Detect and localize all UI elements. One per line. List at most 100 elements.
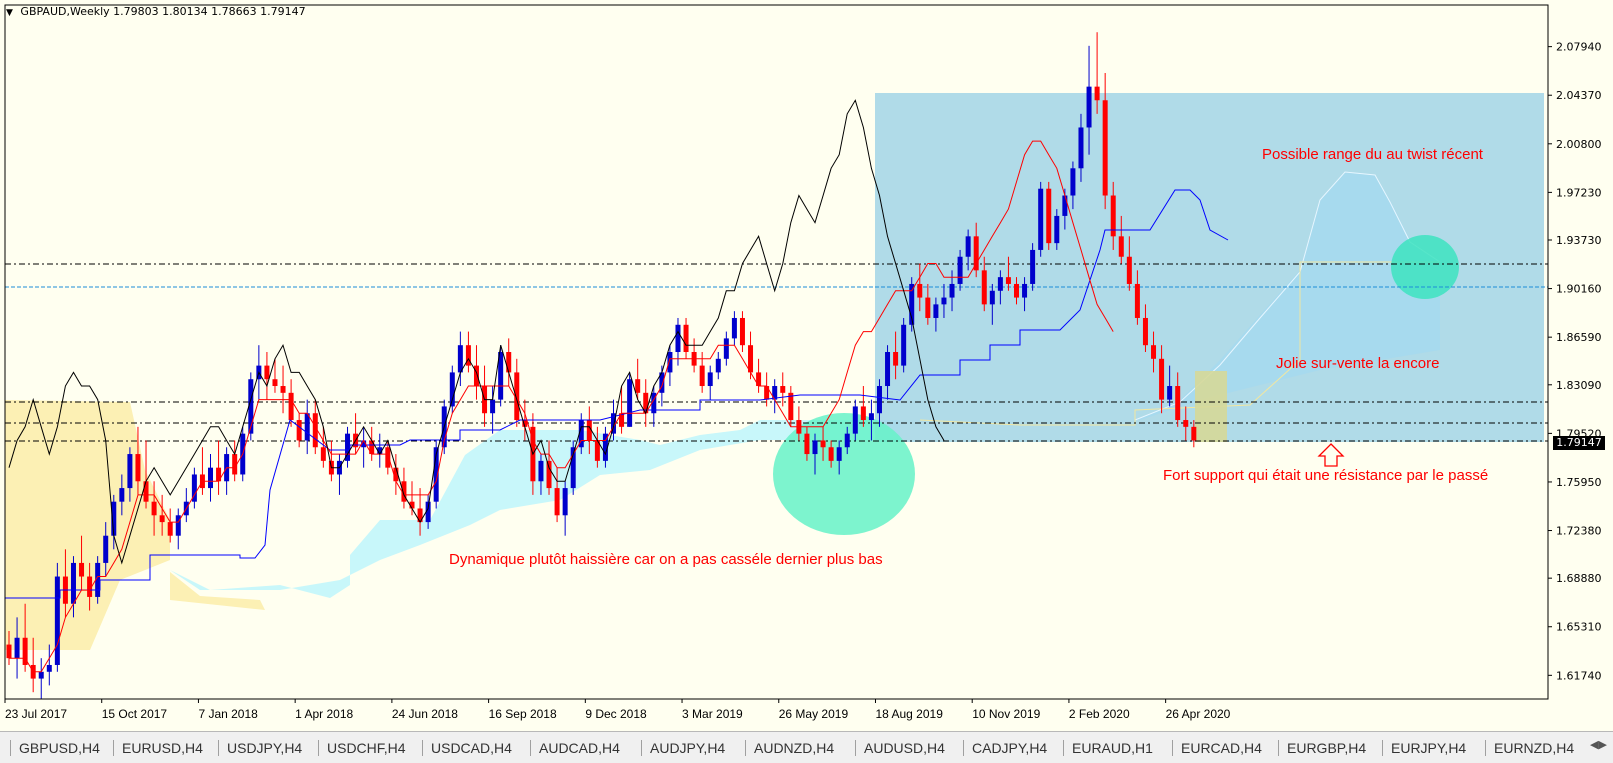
candle-body — [868, 413, 874, 421]
tab-gbpusd-h4[interactable]: GBPUSD,H4 — [15, 738, 100, 758]
tab-audcad-h4[interactable]: AUDCAD,H4 — [535, 738, 620, 758]
candle-body — [538, 460, 544, 482]
time-axis-label: 16 Sep 2018 — [489, 707, 557, 721]
tab-separator — [963, 740, 964, 756]
candle-body — [1070, 168, 1076, 196]
candle-body — [159, 515, 165, 523]
tab-separator — [1278, 740, 1279, 756]
price-axis-label: 1.75950 — [1556, 476, 1602, 489]
time-axis-label: 7 Jan 2018 — [198, 707, 258, 721]
ohlc-readout: 1.79803 1.80134 1.78663 1.79147 — [113, 5, 306, 18]
tab-scroll-arrows-icon[interactable]: ◀▶ — [1590, 738, 1607, 751]
support-arrow-icon — [1317, 443, 1345, 467]
tab-separator — [218, 740, 219, 756]
candle-body — [54, 576, 60, 665]
tab-eurjpy-h4[interactable]: EURJPY,H4 — [1387, 738, 1466, 758]
candle-body — [748, 345, 754, 373]
tab-separator — [113, 740, 114, 756]
candle-body — [683, 324, 689, 352]
candle-body — [1022, 283, 1028, 298]
chart-title: ▼ GBPAUD,Weekly 1.79803 1.80134 1.78663 … — [6, 5, 306, 18]
candle-body — [272, 379, 278, 387]
candle-body — [965, 236, 971, 257]
chart-menu-triangle-icon[interactable]: ▼ — [6, 8, 13, 18]
candle-body — [925, 297, 931, 318]
chart-tab-bar: GBPUSD,H4 EURUSD,H4 USDJPY,H4 USDCHF,H4 USDC… — [0, 731, 1613, 763]
candle-body — [1126, 256, 1132, 284]
candle-body — [151, 501, 157, 516]
tab-audusd-h4[interactable]: AUDUSD,H4 — [860, 738, 945, 758]
tab-eurgbp-h4[interactable]: EURGBP,H4 — [1283, 738, 1366, 758]
candle-body — [715, 358, 721, 373]
candle-body — [885, 352, 891, 387]
time-axis-label: 15 Oct 2017 — [102, 707, 168, 721]
time-axis-label: 24 Jun 2018 — [392, 707, 458, 721]
candle-body — [320, 447, 326, 461]
annotation-support: Fort support qui était une résistance pa… — [1163, 467, 1489, 484]
candle-body — [288, 392, 294, 421]
tab-usdcad-h4[interactable]: USDCAD,H4 — [427, 738, 512, 758]
candle-body — [1078, 127, 1084, 169]
candle-body — [989, 290, 995, 305]
candle-body — [135, 454, 141, 482]
candle-body — [739, 317, 745, 346]
candle-body — [1086, 86, 1092, 128]
candle-body — [731, 317, 737, 339]
time-axis-label: 18 Aug 2019 — [875, 707, 943, 721]
candle-body — [860, 406, 866, 421]
candle-body — [981, 270, 987, 305]
candle-body — [957, 256, 963, 284]
tab-euraud-h1[interactable]: EURAUD,H1 — [1068, 738, 1153, 758]
tab-usdchf-h4[interactable]: USDCHF,H4 — [323, 738, 406, 758]
candle-body — [828, 447, 834, 461]
candle-body — [788, 392, 794, 421]
candle-body — [723, 338, 729, 359]
annotation-oversold: Jolie sur-vente la encore — [1276, 355, 1440, 372]
candle-body — [546, 460, 552, 489]
price-axis-label: 1.86590 — [1556, 331, 1602, 344]
symbol-timeframe: GBPAUD,Weekly — [20, 5, 110, 18]
chart-window[interactable]: 2.07940 2.04370 2.00800 1.97230 1.93730 1.901… — [0, 0, 1613, 731]
candle-body — [1046, 188, 1052, 244]
candle-body — [949, 283, 955, 298]
candle-body — [280, 386, 286, 393]
candle-body — [820, 440, 826, 448]
tab-audnzd-h4[interactable]: AUDNZD,H4 — [750, 738, 834, 758]
candle-body — [1159, 358, 1165, 400]
candle-body — [1175, 386, 1181, 421]
tab-separator — [1063, 740, 1064, 756]
tab-separator — [641, 740, 642, 756]
candle-body — [1134, 283, 1140, 318]
candle-body — [804, 433, 810, 455]
tab-usdjpy-h4[interactable]: USDJPY,H4 — [223, 738, 302, 758]
tab-separator — [1382, 740, 1383, 756]
candle-body — [893, 352, 899, 366]
price-axis-label: 1.61740 — [1556, 669, 1602, 682]
tab-cadjpy-h4[interactable]: CADJPY,H4 — [968, 738, 1047, 758]
tab-eurusd-h4[interactable]: EURUSD,H4 — [118, 738, 203, 758]
tab-separator — [422, 740, 423, 756]
annotation-dynamic: Dynamique plutôt haissière car on a pas … — [449, 551, 883, 568]
price-axis-label: 2.00800 — [1556, 138, 1602, 151]
candle-body — [46, 664, 52, 672]
candle-body — [14, 637, 20, 659]
tab-eurcad-h4[interactable]: EURCAD,H4 — [1177, 738, 1262, 758]
candle-body — [296, 420, 302, 441]
candle-body — [917, 283, 923, 298]
candle-body — [1054, 215, 1060, 244]
tab-separator — [1172, 740, 1173, 756]
time-axis-label: 1 Apr 2018 — [295, 707, 353, 721]
candle-body — [143, 481, 149, 502]
candle-body — [506, 352, 512, 373]
tab-audjpy-h4[interactable]: AUDJPY,H4 — [646, 738, 725, 758]
candle-body — [457, 345, 463, 373]
tab-eurnzd-h4[interactable]: EURNZD,H4 — [1490, 738, 1574, 758]
candle-body — [941, 297, 947, 305]
price-axis-label: 1.72380 — [1556, 525, 1602, 538]
price-axis-label: 2.07940 — [1556, 41, 1602, 54]
candle-body — [1118, 236, 1124, 257]
candle-body — [1142, 317, 1148, 346]
candle-body — [635, 379, 641, 393]
oversold-box — [1195, 371, 1227, 442]
candle-body — [264, 365, 270, 380]
